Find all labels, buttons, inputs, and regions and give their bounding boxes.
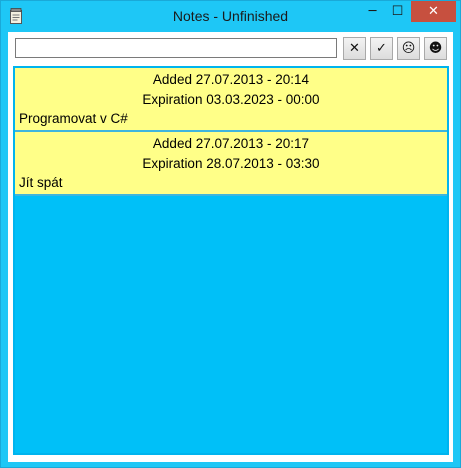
maximize-icon: ☐	[391, 4, 404, 19]
list-item[interactable]: Added 27.07.2013 - 20:14 Expiration 03.0…	[15, 68, 447, 132]
smiley-icon: ☻	[428, 41, 443, 56]
minimize-icon: ─	[368, 4, 377, 19]
note-expiration: Expiration 28.07.2013 - 03:30	[142, 156, 320, 171]
sad-face-icon: ☹	[401, 41, 416, 56]
note-text: Jít spát	[19, 175, 63, 190]
cross-icon: ✕	[349, 41, 360, 56]
check-icon: ✓	[376, 41, 387, 56]
sad-face-button[interactable]: ☹	[397, 37, 420, 60]
list-item[interactable]: Added 27.07.2013 - 20:17 Expiration 28.0…	[15, 132, 447, 196]
title-bar[interactable]: Notes - Unfinished ─ ☐ ✕	[1, 1, 460, 31]
note-added: Added 27.07.2013 - 20:14	[152, 72, 310, 87]
finish-button[interactable]: ✓	[370, 37, 393, 60]
note-text-input[interactable]	[15, 38, 337, 58]
note-expiration: Expiration 03.03.2023 - 00:00	[142, 92, 320, 107]
close-icon: ✕	[428, 4, 439, 19]
client-area: ✕ ✓ ☹ ☻ Added 27.07.2013 - 20:14 Expirat…	[8, 32, 453, 462]
note-added: Added 27.07.2013 - 20:17	[152, 136, 310, 151]
note-text: Programovat v C#	[19, 111, 128, 126]
maximize-button[interactable]: ☐	[385, 1, 410, 22]
delete-button[interactable]: ✕	[343, 37, 366, 60]
minimize-button[interactable]: ─	[360, 1, 385, 22]
close-button[interactable]: ✕	[411, 1, 456, 22]
notes-window: Notes - Unfinished ─ ☐ ✕ ✕ ✓ ☹ ☻ Added 2…	[0, 0, 461, 468]
notes-list[interactable]: Added 27.07.2013 - 20:14 Expiration 03.0…	[13, 66, 449, 455]
happy-face-button[interactable]: ☻	[424, 37, 447, 60]
